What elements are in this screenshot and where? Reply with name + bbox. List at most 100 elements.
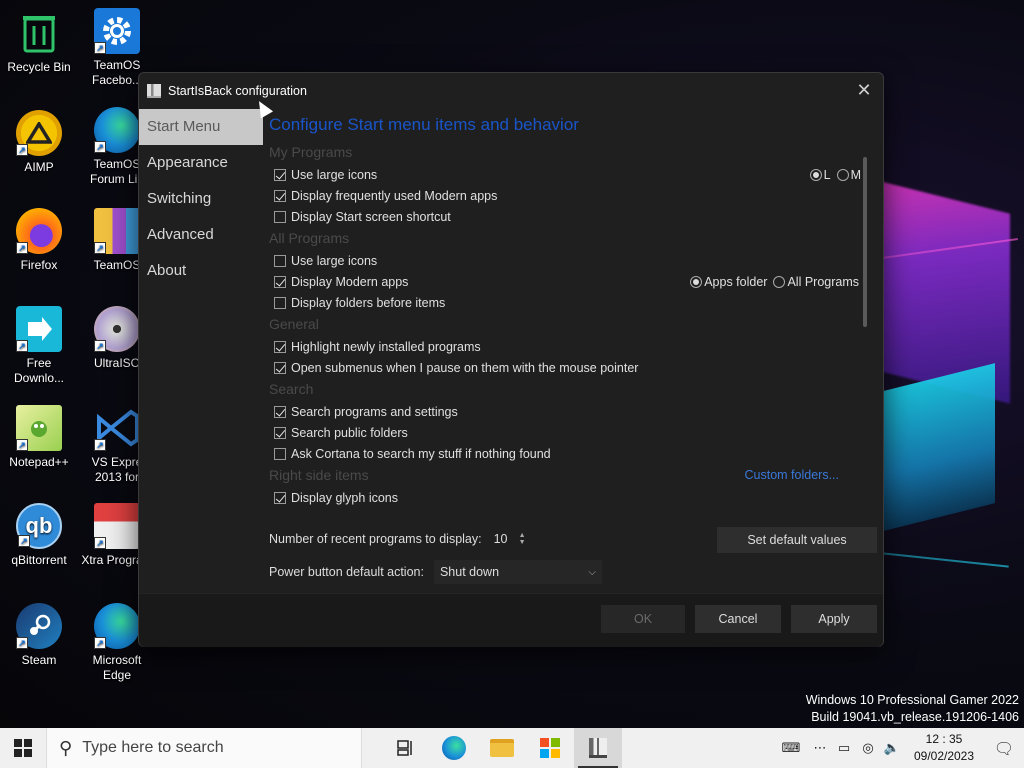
- cancel-button[interactable]: Cancel: [695, 605, 781, 633]
- desktop-icon-recycle-bin[interactable]: Recycle Bin: [0, 10, 78, 75]
- recent-programs-spinner[interactable]: 10 ▲ ▼: [490, 528, 530, 550]
- desktop-icon-qbittorrent[interactable]: qb ↗ qBittorrent: [0, 503, 78, 568]
- desktop-icon-label: Recycle Bin: [7, 60, 71, 74]
- page-heading: Configure Start menu items and behavior: [269, 115, 579, 134]
- option-row: Highlight newly installed programs: [269, 336, 869, 357]
- sidebar-item-appearance[interactable]: Appearance: [139, 145, 263, 181]
- radio-apps-folder[interactable]: Apps folder: [690, 275, 767, 289]
- desktop-icon-firefox[interactable]: ↗ Firefox: [0, 208, 78, 273]
- edge-icon: ↗: [94, 603, 140, 649]
- gear-icon: ↗: [94, 8, 140, 54]
- notification-icon[interactable]: 🗨: [984, 728, 1024, 768]
- set-default-values-button[interactable]: Set default values: [717, 527, 877, 553]
- option-row: Search programs and settings: [269, 401, 869, 422]
- option-label: Display glyph icons: [291, 490, 398, 505]
- checkbox-search-programs[interactable]: [274, 405, 286, 418]
- desktop-icon-label: Microsoft Edge: [92, 653, 142, 682]
- watermark-build: Build 19041.vb_release.191206-1406: [811, 710, 1019, 724]
- taskbar-search[interactable]: ⚲ Type here to search: [46, 728, 362, 768]
- desktop-icon-notepad-plus-plus[interactable]: ↗ Notepad++: [0, 405, 78, 470]
- desktop-icon-label: Notepad++: [9, 455, 69, 469]
- close-icon[interactable]: ✕: [853, 81, 875, 103]
- more-icon[interactable]: ⋯: [808, 741, 832, 756]
- checkbox-ap-large-icons[interactable]: [274, 254, 286, 267]
- disc-icon: ↗: [94, 306, 140, 352]
- dialog-sidebar: Start Menu Appearance Switching Advanced…: [139, 109, 263, 289]
- options-scrollbar[interactable]: [863, 157, 867, 327]
- custom-folders-link[interactable]: Custom folders...: [745, 464, 839, 487]
- installer-icon: ↗: [94, 503, 140, 549]
- windows-watermark: Windows 10 Professional Gamer 2022 Build…: [806, 692, 1019, 726]
- checkbox-open-submenus[interactable]: [274, 361, 286, 374]
- option-label: Display Start screen shortcut: [291, 209, 451, 224]
- taskbar-file-explorer[interactable]: [478, 728, 526, 768]
- desktop-icon-label: AIMP: [24, 160, 54, 174]
- scrollbar-thumb[interactable]: [863, 157, 867, 327]
- qbittorrent-icon: qb ↗: [16, 503, 62, 549]
- power-action-select[interactable]: Shut down ⌵: [433, 560, 602, 584]
- checkbox-mp-large-icons[interactable]: [274, 168, 286, 181]
- options-list: My Programs Use large icons L M Display …: [269, 141, 869, 521]
- option-row: Use large icons: [269, 250, 869, 271]
- start-button[interactable]: [0, 728, 46, 768]
- recent-programs-label: Number of recent programs to display:: [269, 532, 482, 546]
- option-label: Display frequently used Modern apps: [291, 188, 498, 203]
- aimp-icon: ↗: [16, 110, 62, 156]
- search-placeholder: Type here to search: [82, 739, 224, 756]
- checkbox-ask-cortana[interactable]: [274, 447, 286, 460]
- option-label: Display folders before items: [291, 295, 446, 310]
- dialog-titlebar[interactable]: StartIsBack configuration ✕: [139, 73, 883, 109]
- recycle-bin-icon: [16, 10, 62, 56]
- desktop-icon-steam[interactable]: ↗ Steam: [0, 603, 78, 668]
- spinner-arrows-icon[interactable]: ▲ ▼: [519, 532, 526, 546]
- folder-icon: ↗: [94, 208, 140, 254]
- radio-size-L[interactable]: L: [809, 168, 831, 182]
- checkbox-frequent-modern[interactable]: [274, 189, 286, 202]
- search-icon: ⚲: [59, 737, 73, 759]
- clock-time: 12 : 35: [925, 732, 963, 746]
- power-button-row: Power button default action: Shut down ⌵: [269, 560, 602, 584]
- desktop-icon-aimp[interactable]: ↗ AIMP: [0, 110, 78, 175]
- volume-muted-icon[interactable]: 🔈: [880, 741, 904, 756]
- option-label: Use large icons: [291, 253, 378, 268]
- desktop-icon-label: qBittorrent: [11, 553, 67, 567]
- folder-icon: [490, 739, 514, 757]
- checkbox-search-public[interactable]: [274, 426, 286, 439]
- desktop-icon-label: Free Downlo...: [13, 356, 65, 385]
- checkbox-folders-before-items[interactable]: [274, 296, 286, 309]
- network-icon[interactable]: ◎: [856, 741, 880, 756]
- startisback-dialog: StartIsBack configuration ✕ Start Menu A…: [138, 72, 884, 647]
- task-view-button[interactable]: [382, 728, 430, 768]
- keyboard-icon[interactable]: ⌨: [774, 741, 808, 756]
- ok-button[interactable]: OK: [601, 605, 685, 633]
- watermark-edition: Windows 10 Professional Gamer 2022: [805, 693, 1019, 707]
- icon-size-radio-group: L M: [809, 168, 861, 182]
- checkbox-glyph-icons[interactable]: [274, 491, 286, 504]
- visual-studio-icon: ↗: [94, 405, 140, 451]
- option-row: Ask Cortana to search my stuff if nothin…: [269, 443, 869, 464]
- sidebar-item-advanced[interactable]: Advanced: [139, 217, 263, 253]
- section-right-side-items: Right side items Custom folders...: [269, 464, 869, 487]
- sidebar-item-switching[interactable]: Switching: [139, 181, 263, 217]
- option-label: Use large icons: [291, 167, 378, 182]
- steam-icon: ↗: [16, 603, 62, 649]
- checkbox-highlight-new[interactable]: [274, 340, 286, 353]
- section-my-programs: My Programs: [269, 144, 353, 160]
- taskbar-store[interactable]: [526, 728, 574, 768]
- taskbar-edge[interactable]: [430, 728, 478, 768]
- sidebar-item-start-menu[interactable]: Start Menu: [139, 109, 263, 145]
- apply-button[interactable]: Apply: [791, 605, 877, 633]
- taskbar-startisback[interactable]: [574, 728, 622, 768]
- checkbox-display-modern-apps[interactable]: [274, 275, 286, 288]
- checkbox-start-screen-shortcut[interactable]: [274, 210, 286, 223]
- battery-icon[interactable]: ▭: [832, 741, 856, 756]
- taskbar-clock[interactable]: 12 : 35 09/02/2023: [904, 731, 984, 765]
- spinner-value: 10: [493, 532, 508, 546]
- radio-size-M[interactable]: M: [836, 168, 861, 182]
- desktop-icon-free-download-manager[interactable]: ↗ Free Downlo...: [0, 306, 78, 386]
- radio-all-programs[interactable]: All Programs: [773, 275, 859, 289]
- power-button-label: Power button default action:: [269, 565, 424, 579]
- sidebar-item-about[interactable]: About: [139, 253, 263, 289]
- dialog-title: StartIsBack configuration: [168, 84, 307, 98]
- store-icon: [540, 738, 560, 758]
